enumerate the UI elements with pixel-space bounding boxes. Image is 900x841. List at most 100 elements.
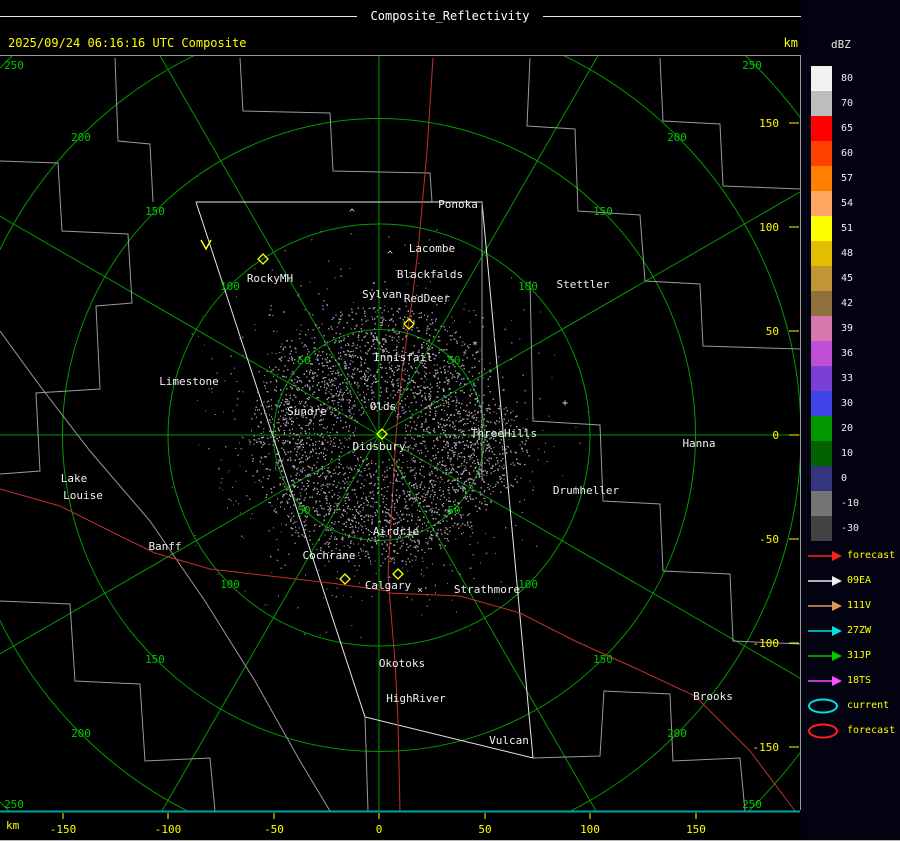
town-label: Blackfalds xyxy=(397,268,463,281)
town-label: Banff xyxy=(148,540,181,553)
svg-text:50: 50 xyxy=(447,354,460,367)
dbz-color-swatch xyxy=(811,441,832,466)
svg-text:100: 100 xyxy=(759,221,779,234)
bottom-axis-tick-label: -150 xyxy=(50,823,77,836)
dbz-color-swatch xyxy=(811,66,832,91)
scale-title: dBZ xyxy=(831,38,851,51)
svg-text:100: 100 xyxy=(518,578,538,591)
svg-text:200: 200 xyxy=(71,131,91,144)
dbz-color-swatch xyxy=(811,266,832,291)
town-label: Lake xyxy=(61,472,88,485)
unit-label-top-right: km xyxy=(758,36,798,50)
dbz-scale-row: 48 xyxy=(811,241,859,266)
track-arrow-icon xyxy=(806,672,844,690)
svg-text:100: 100 xyxy=(220,280,240,293)
dbz-value-label: 33 xyxy=(841,373,853,384)
dbz-scale-row: 65 xyxy=(811,116,859,141)
dbz-color-swatch xyxy=(811,491,832,516)
svg-text:150: 150 xyxy=(145,205,165,218)
dbz-value-label: 39 xyxy=(841,323,853,334)
dbz-value-label: 45 xyxy=(841,273,853,284)
map-area[interactable]: 5010015020025050100150200250501001502002… xyxy=(0,55,801,810)
town-label: Ponoka xyxy=(438,198,478,211)
bottom-axis: km-150-100-50050100150 xyxy=(0,810,900,841)
town-label: Cochrane xyxy=(303,549,356,562)
header-row: 2025/09/24 06:16:16 UTC Composite km xyxy=(0,36,900,52)
track-legend: forecast09EA111V27ZW31JP18TScurrentforec… xyxy=(806,543,895,743)
town-label: RockyMH xyxy=(247,272,293,285)
bottom-axis-tick-label: -50 xyxy=(264,823,284,836)
dbz-value-label: 70 xyxy=(841,98,853,109)
dbz-color-swatch xyxy=(811,416,832,441)
dbz-color-swatch xyxy=(811,516,832,541)
town-label: Stettler xyxy=(557,278,610,291)
dbz-scale: 807065605754514845423936333020100-10-30 xyxy=(811,66,859,541)
svg-text:0: 0 xyxy=(772,429,779,442)
svg-text:·: · xyxy=(320,480,326,491)
dbz-color-swatch xyxy=(811,391,832,416)
svg-text:250: 250 xyxy=(742,59,762,72)
window-title: Composite_Reflectivity xyxy=(371,9,530,23)
track-arrow-icon xyxy=(806,572,844,590)
dbz-value-label: 36 xyxy=(841,348,853,359)
map-canvas[interactable]: 5010015020025050100150200250501001502002… xyxy=(0,56,800,811)
svg-text:-50: -50 xyxy=(759,533,779,546)
town-label: Brooks xyxy=(693,690,733,703)
site-diamond-icon xyxy=(340,574,350,584)
svg-text:150: 150 xyxy=(593,205,613,218)
svg-text:·: · xyxy=(284,336,290,347)
dbz-value-label: 10 xyxy=(841,448,853,459)
legend-label: forecast xyxy=(847,550,895,561)
dbz-value-label: 51 xyxy=(841,223,853,234)
dbz-value-label: 30 xyxy=(841,398,853,409)
dbz-value-label: 42 xyxy=(841,298,853,309)
dbz-value-label: 65 xyxy=(841,123,853,134)
town-label: Sylvan xyxy=(362,288,402,301)
dbz-color-swatch xyxy=(811,191,832,216)
dbz-color-swatch xyxy=(811,91,832,116)
track-arrow-icon xyxy=(806,597,844,615)
sidebar: dBZ 807065605754514845423936333020100-10… xyxy=(801,0,900,841)
svg-text:·: · xyxy=(259,433,265,444)
dbz-value-label: 48 xyxy=(841,248,853,259)
town-label: Olds xyxy=(370,400,397,413)
bottom-axis-tick-label: 150 xyxy=(686,823,706,836)
svg-text:150: 150 xyxy=(759,117,779,130)
dbz-scale-row: -30 xyxy=(811,516,859,541)
storm-ellipse-icon xyxy=(806,722,844,740)
svg-text:^: ^ xyxy=(349,208,355,219)
town-label: Okotoks xyxy=(379,657,425,670)
track-arrow-icon xyxy=(806,647,844,665)
town-label: RedDeer xyxy=(404,292,451,305)
dbz-color-swatch xyxy=(811,116,832,141)
legend-label: 111V xyxy=(847,600,871,611)
svg-text:-150: -150 xyxy=(753,741,780,754)
storm-ellipse-icon xyxy=(806,697,844,715)
legend-label: forecast xyxy=(847,725,895,736)
town-label: Hanna xyxy=(682,437,715,450)
dbz-value-label: 54 xyxy=(841,198,853,209)
legend-label: 31JP xyxy=(847,650,871,661)
track-arrow-icon xyxy=(806,547,844,565)
dbz-scale-row: 51 xyxy=(811,216,859,241)
legend-label: current xyxy=(847,700,889,711)
town-label: Sundre xyxy=(287,405,327,418)
town-label: Airdrie xyxy=(373,525,419,538)
svg-text:150: 150 xyxy=(145,653,165,666)
dbz-color-swatch xyxy=(811,466,832,491)
track-arrow-icon xyxy=(806,622,844,640)
dbz-color-swatch xyxy=(811,341,832,366)
dbz-value-label: 57 xyxy=(841,173,853,184)
dbz-scale-row: 36 xyxy=(811,341,859,366)
dbz-scale-row: 60 xyxy=(811,141,859,166)
svg-text:200: 200 xyxy=(667,131,687,144)
dbz-scale-row: 39 xyxy=(811,316,859,341)
dbz-color-swatch xyxy=(811,316,832,341)
dbz-scale-row: 70 xyxy=(811,91,859,116)
title-bar: Composite_Reflectivity xyxy=(0,9,900,23)
bottom-axis-tick-label: -100 xyxy=(155,823,182,836)
dbz-color-swatch xyxy=(811,366,832,391)
town-label: Didsbury xyxy=(353,440,406,453)
town-label: Innisfail xyxy=(373,351,433,364)
unit-label-bottom-left: km xyxy=(6,819,20,832)
